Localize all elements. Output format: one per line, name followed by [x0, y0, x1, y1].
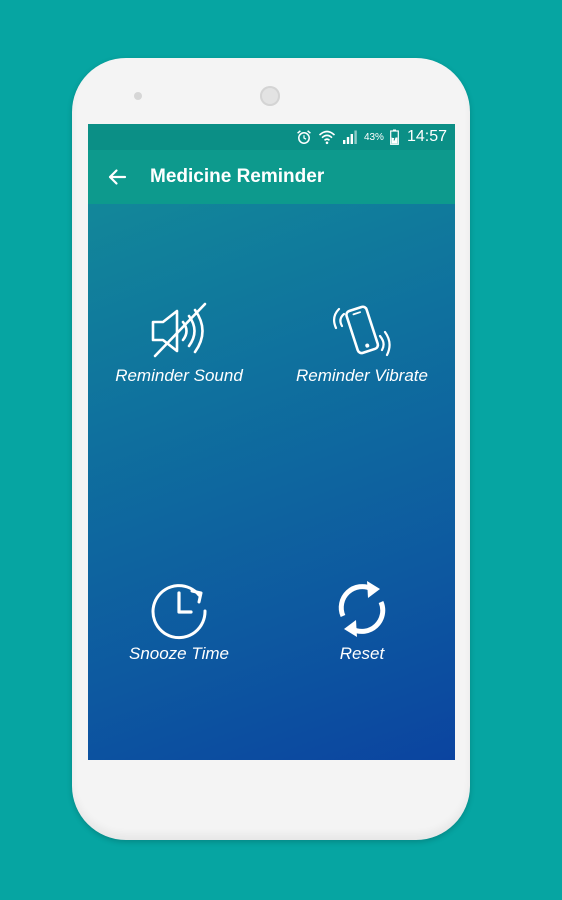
alarm-icon	[297, 130, 311, 144]
battery-icon	[390, 129, 399, 145]
reset-icon	[338, 581, 386, 637]
snooze-time-option[interactable]: Snooze Time	[94, 578, 264, 664]
vibrate-icon	[332, 305, 391, 357]
page-title: Medicine Reminder	[150, 166, 325, 187]
app-screen: 43% 14:57 Medicine Reminder Reminder Sou…	[88, 124, 455, 760]
reminder-sound-option[interactable]: Reminder Sound	[94, 300, 264, 386]
status-icons: 43% 14:57	[296, 127, 447, 147]
clock-icon	[151, 584, 207, 640]
earpiece-speaker	[260, 86, 280, 106]
wifi-icon	[318, 130, 335, 145]
reset-label: Reset	[339, 644, 385, 663]
battery-percent: 43%	[363, 131, 384, 143]
app-bar: Medicine Reminder	[88, 150, 455, 204]
reminder-vibrate-label: Reminder Vibrate	[296, 366, 428, 385]
reminder-sound-label: Reminder Sound	[115, 366, 243, 385]
signal-icon	[342, 130, 357, 144]
reset-option[interactable]: Reset	[277, 578, 447, 664]
status-time: 14:57	[406, 128, 447, 145]
snooze-time-label: Snooze Time	[128, 644, 229, 663]
front-camera	[134, 92, 142, 100]
sound-off-icon	[151, 302, 207, 358]
status-bar: 43% 14:57	[88, 124, 455, 150]
reminder-vibrate-option[interactable]: Reminder Vibrate	[277, 300, 447, 386]
back-button[interactable]	[102, 162, 132, 192]
back-arrow-icon	[108, 169, 127, 185]
